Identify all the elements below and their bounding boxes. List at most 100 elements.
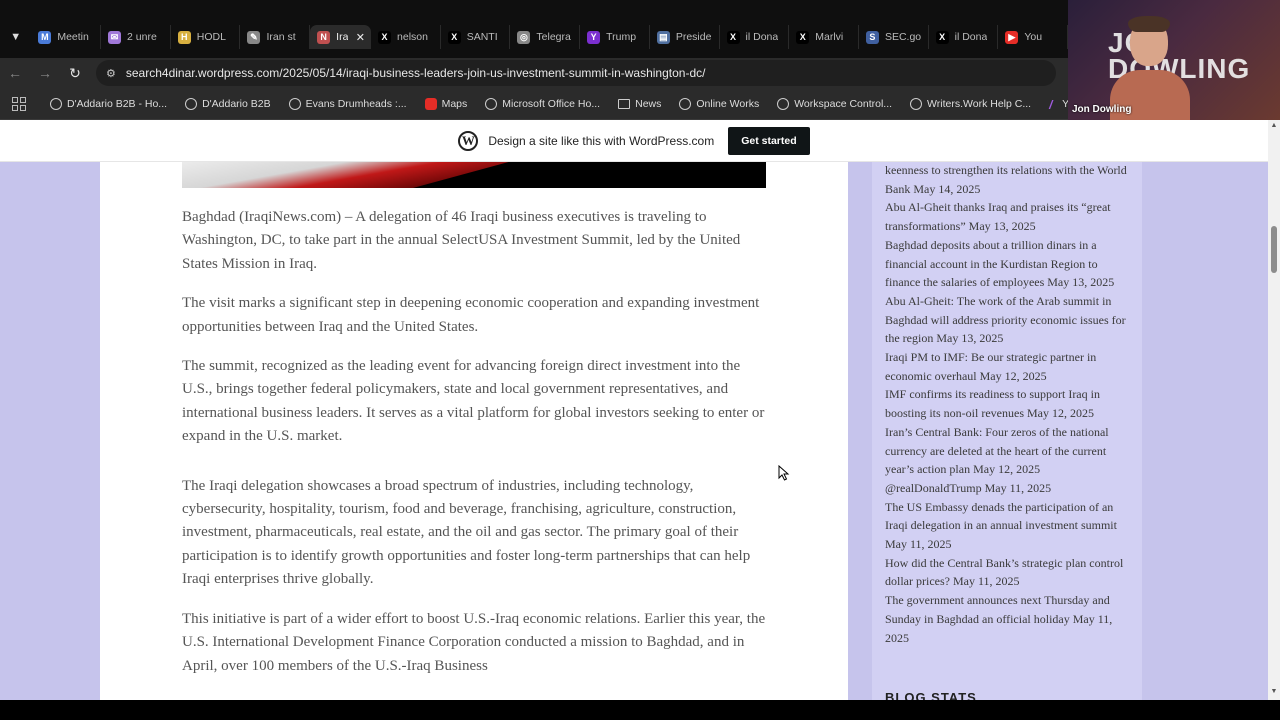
feather-icon: ✎ — [247, 30, 261, 44]
recent-post-date: May 13, 2025 — [968, 219, 1036, 234]
tab-search-chevron-icon[interactable]: ▼ — [0, 25, 31, 49]
url-text: search4dinar.wordpress.com/2025/05/14/ir… — [125, 66, 706, 80]
globe-icon — [485, 97, 498, 110]
browser-tab[interactable]: ◎ Telegra — [510, 25, 581, 49]
scrollbar-thumb[interactable] — [1271, 226, 1277, 273]
browser-tab[interactable]: S SEC.go — [859, 25, 929, 49]
recent-post-date: May 13, 2025 — [1047, 275, 1115, 290]
tab-title: Marlvi — [815, 31, 844, 43]
bookmark-label: Maps — [441, 97, 468, 110]
bookmark-label: D'Addario B2B - Ho... — [67, 97, 168, 110]
browser-tab[interactable]: H HODL — [171, 25, 241, 49]
article-paragraph: Baghdad (IraqiNews.com) – A delegation o… — [182, 209, 741, 272]
reload-icon[interactable]: ↻ — [60, 58, 90, 88]
scroll-down-arrow-icon[interactable]: ▼ — [1268, 688, 1280, 698]
globe-icon — [288, 97, 301, 110]
browser-tab[interactable]: X SANTI — [441, 25, 511, 49]
apps-grid-icon[interactable] — [12, 96, 26, 111]
browser-tab[interactable]: N Ira ✕ — [310, 25, 372, 49]
x-icon: X — [796, 30, 810, 44]
get-started-button[interactable]: Get started — [728, 126, 810, 155]
recent-post-item: IMF confirms its readiness to support Ir… — [885, 385, 1135, 422]
browser-toolbar: ← → ↻ ⚙ search4dinar.wordpress.com/2025/… — [0, 58, 1068, 88]
bookmark-label: News — [635, 97, 662, 110]
recent-post-link[interactable]: The US Embassy denads the participation … — [885, 500, 1117, 533]
recent-post-date: May 11, 2025 — [952, 574, 1020, 589]
tab-title: Preside — [675, 31, 712, 43]
browser-tab[interactable]: ✎ Iran st — [240, 25, 311, 49]
bookmark-item[interactable]: Online Works — [679, 97, 759, 110]
page-scrollbar[interactable]: ▲ ▼ — [1268, 120, 1280, 700]
mouse-cursor-icon — [778, 465, 790, 481]
recent-post-item: Baghdad deposits about a trillion dinars… — [885, 236, 1135, 292]
bookmark-label: D'Addario B2B — [202, 97, 271, 110]
address-bar[interactable]: ⚙ search4dinar.wordpress.com/2025/05/14/… — [96, 60, 1056, 86]
recent-post-date: May 12, 2025 — [979, 368, 1047, 383]
recent-post-item: @realDonaldTrump May 11, 2025 — [885, 479, 1135, 498]
bookmark-label: Microsoft Office Ho... — [502, 97, 601, 110]
globe-icon — [185, 97, 198, 110]
recent-post-item: Abu Al-Gheit: The work of the Arab summi… — [885, 292, 1135, 348]
bookmark-item[interactable]: D'Addario B2B — [185, 97, 271, 110]
tab-title: SANTI — [466, 31, 498, 43]
sidebar: keenness to strengthen its relations wit… — [872, 120, 1142, 700]
bookmark-item[interactable]: Evans Drumheads :... — [288, 97, 407, 110]
article-paragraph: The summit, recognized as the leading ev… — [182, 358, 765, 445]
browser-tab[interactable]: M Meetin — [31, 25, 102, 49]
tab-title: Iran st — [266, 31, 296, 43]
bookmark-item[interactable]: Workspace Control... — [777, 97, 892, 110]
browser-tab[interactable]: Xnelson — [371, 25, 441, 49]
youtube-icon — [424, 97, 437, 110]
bookmark-label: Writers.Work Help C... — [927, 97, 1032, 110]
bookmark-item[interactable]: Microsoft Office Ho... — [485, 97, 601, 110]
youtube-icon: ▶ — [1005, 30, 1019, 44]
recent-post-item: The US Embassy denads the participation … — [885, 498, 1135, 554]
globe-icon — [777, 97, 790, 110]
forward-arrow-icon[interactable]: → — [30, 58, 60, 88]
browser-tab[interactable]: Y Trump — [580, 25, 650, 49]
close-tab-icon[interactable]: ✕ — [356, 31, 365, 44]
recent-post-item: Iran’s Central Bank: Four zeros of the n… — [885, 423, 1135, 479]
wordpress-logo-icon: W — [458, 130, 479, 151]
tab-title: Ira — [336, 31, 349, 43]
article-header-image — [182, 161, 766, 188]
recent-posts-list: keenness to strengthen its relations wit… — [885, 161, 1135, 647]
bookmark-item[interactable]: News — [618, 98, 661, 110]
globe-icon: ◎ — [517, 30, 531, 44]
recent-post-item: The government announces next Thursday a… — [885, 591, 1135, 647]
scroll-up-arrow-icon[interactable]: ▲ — [1268, 122, 1280, 132]
webcam-name-label: Jon Dowling — [1072, 104, 1132, 115]
bookmark-item[interactable]: D'Addario B2B - Ho... — [50, 97, 168, 110]
webcam-overlay: JON DOWLING Jon Dowling — [1068, 0, 1280, 120]
bookmark-item[interactable]: Writers.Work Help C... — [910, 97, 1032, 110]
globe-icon — [50, 97, 62, 110]
news-icon: N — [317, 30, 331, 44]
article-paragraph: The visit marks a significant step in de… — [182, 295, 760, 335]
recent-post-date: May 11, 2025 — [984, 480, 1052, 495]
tab-title: il Dona — [954, 31, 988, 43]
browser-tab[interactable]: ▤ Preside — [650, 25, 720, 49]
tab-title: Telegra — [536, 31, 571, 43]
tab-title: 2 unre — [127, 31, 157, 43]
mail-icon: ✉ — [108, 30, 122, 44]
browser-tab[interactable]: Xil Dona — [929, 25, 999, 49]
browser-tab[interactable]: X Marlvi — [789, 25, 859, 49]
back-arrow-icon[interactable]: ← — [0, 58, 30, 88]
site-info-icon[interactable]: ⚙ — [106, 67, 116, 80]
browser-tab[interactable]: ✉ 2 unre — [101, 25, 171, 49]
recent-post-date: May 13, 2025 — [936, 331, 1004, 346]
tab-title: nelson — [397, 31, 428, 43]
article-paragraph: The Iraqi delegation showcases a broad s… — [182, 477, 751, 588]
tab-bar: ▼ M Meetin ✉ 2 unre H HODL ✎ Iran st N Ira ✕ Xnelso… — [0, 25, 1069, 49]
bookmark-item[interactable]: Maps — [424, 97, 468, 110]
wordpress-promo-bar: W Design a site like this with WordPress… — [0, 120, 1268, 162]
recent-post-item: keenness to strengthen its relations wit… — [885, 161, 1135, 198]
hodl-icon: H — [177, 30, 191, 44]
browser-tab[interactable]: ▶ You — [998, 25, 1069, 49]
browser-tab[interactable]: Xil Dona — [720, 25, 790, 49]
tab-title: HODL — [196, 31, 226, 43]
recent-post-link[interactable]: @realDonaldTrump — [885, 481, 982, 495]
recent-post-link[interactable]: Abu Al-Gheit: The work of the Arab summi… — [885, 294, 1126, 345]
sec-icon: S — [865, 30, 879, 44]
recent-post-date: May 12, 2025 — [973, 462, 1041, 477]
